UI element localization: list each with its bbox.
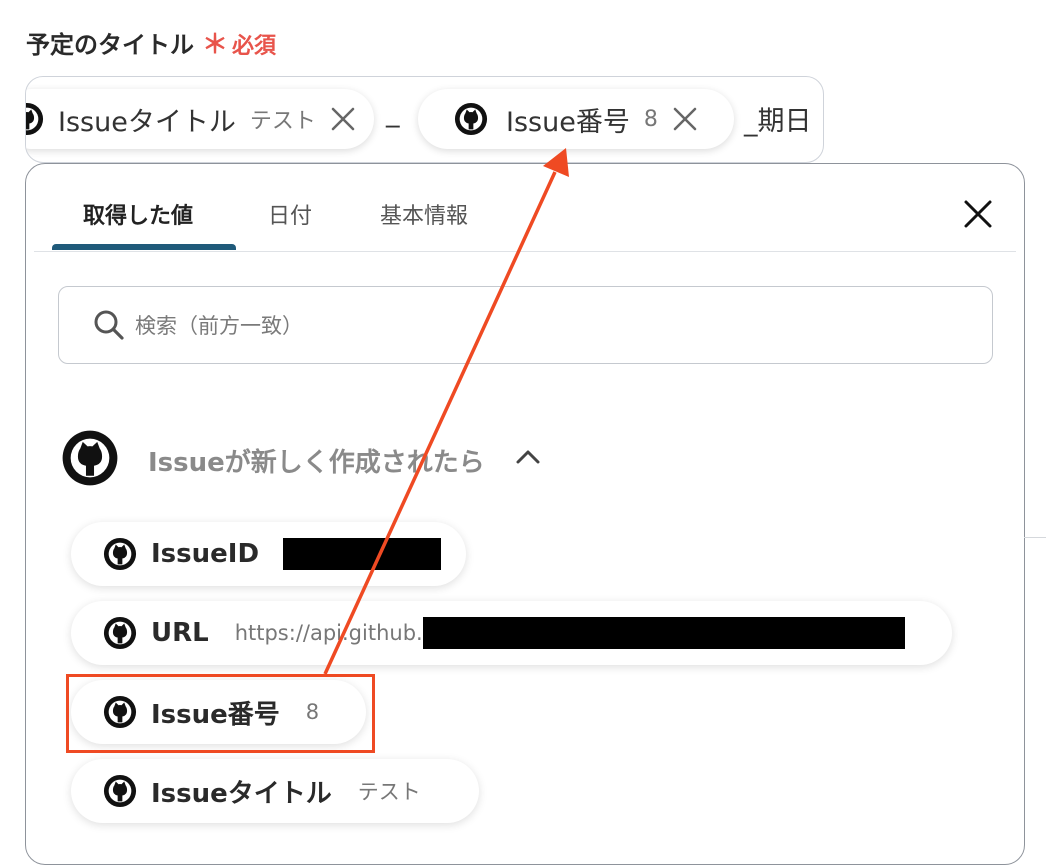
remove-token-icon[interactable]: [330, 106, 356, 132]
list-item-issue-title[interactable]: Issueタイトル テスト: [71, 759, 479, 823]
separator-text: _: [386, 97, 400, 128]
remove-token-icon[interactable]: [672, 106, 698, 132]
active-tab-indicator: [52, 244, 236, 250]
divider-line: [1024, 537, 1046, 538]
close-button[interactable]: [962, 198, 994, 230]
title-input[interactable]: Issueタイトル テスト _ Issue番号 8 _期日: [25, 76, 824, 163]
value-picker-popup: 取得した値 日付 基本情報 Issueが新しく作成されたら: [25, 163, 1025, 865]
chip-label: Issueタイトル: [58, 106, 236, 138]
chip-value: テスト: [249, 109, 316, 134]
chevron-up-icon[interactable]: [515, 447, 541, 471]
section-header-issue-created[interactable]: Issueが新しく作成されたら: [61, 429, 561, 489]
field-label-text: 予定のタイトル: [26, 31, 194, 59]
search-input[interactable]: [133, 303, 957, 349]
section-title: Issueが新しく作成されたら: [148, 448, 485, 478]
item-value: https://api.github.: [234, 621, 423, 645]
suffix-text: _期日: [744, 106, 812, 137]
redacted-value: [283, 538, 442, 570]
required-text: 必須: [232, 34, 277, 59]
item-value: テスト: [357, 780, 421, 804]
item-label: Issueタイトル: [151, 778, 332, 809]
tab-date[interactable]: 日付: [268, 198, 312, 230]
tab-acquired-values[interactable]: 取得した値: [83, 198, 193, 230]
field-label: 予定のタイトル ＊必須: [26, 24, 276, 61]
github-icon: [103, 537, 137, 571]
search-box[interactable]: [58, 286, 993, 364]
github-icon: [103, 616, 137, 650]
github-icon: [103, 774, 137, 808]
token-chip-issue-number[interactable]: Issue番号 8: [418, 89, 734, 149]
item-label: IssueID: [151, 539, 260, 569]
list-item-url[interactable]: URL https://api.github.: [71, 601, 952, 665]
github-icon: [454, 102, 488, 136]
list-item-issue-id[interactable]: IssueID: [71, 522, 466, 586]
tab-divider: [34, 251, 1016, 252]
required-asterisk: ＊: [202, 30, 229, 60]
github-icon: [26, 102, 44, 136]
close-icon: [964, 200, 992, 228]
token-chip-issue-title[interactable]: Issueタイトル テスト: [26, 89, 374, 149]
chip-label: Issue番号: [506, 106, 630, 138]
item-label: URL: [151, 618, 209, 648]
redacted-value: [422, 617, 905, 649]
search-icon: [93, 309, 125, 345]
tab-basic-info[interactable]: 基本情報: [380, 198, 468, 230]
github-icon: [61, 429, 119, 491]
highlight-box: [66, 674, 375, 753]
chip-value: 8: [643, 106, 658, 132]
